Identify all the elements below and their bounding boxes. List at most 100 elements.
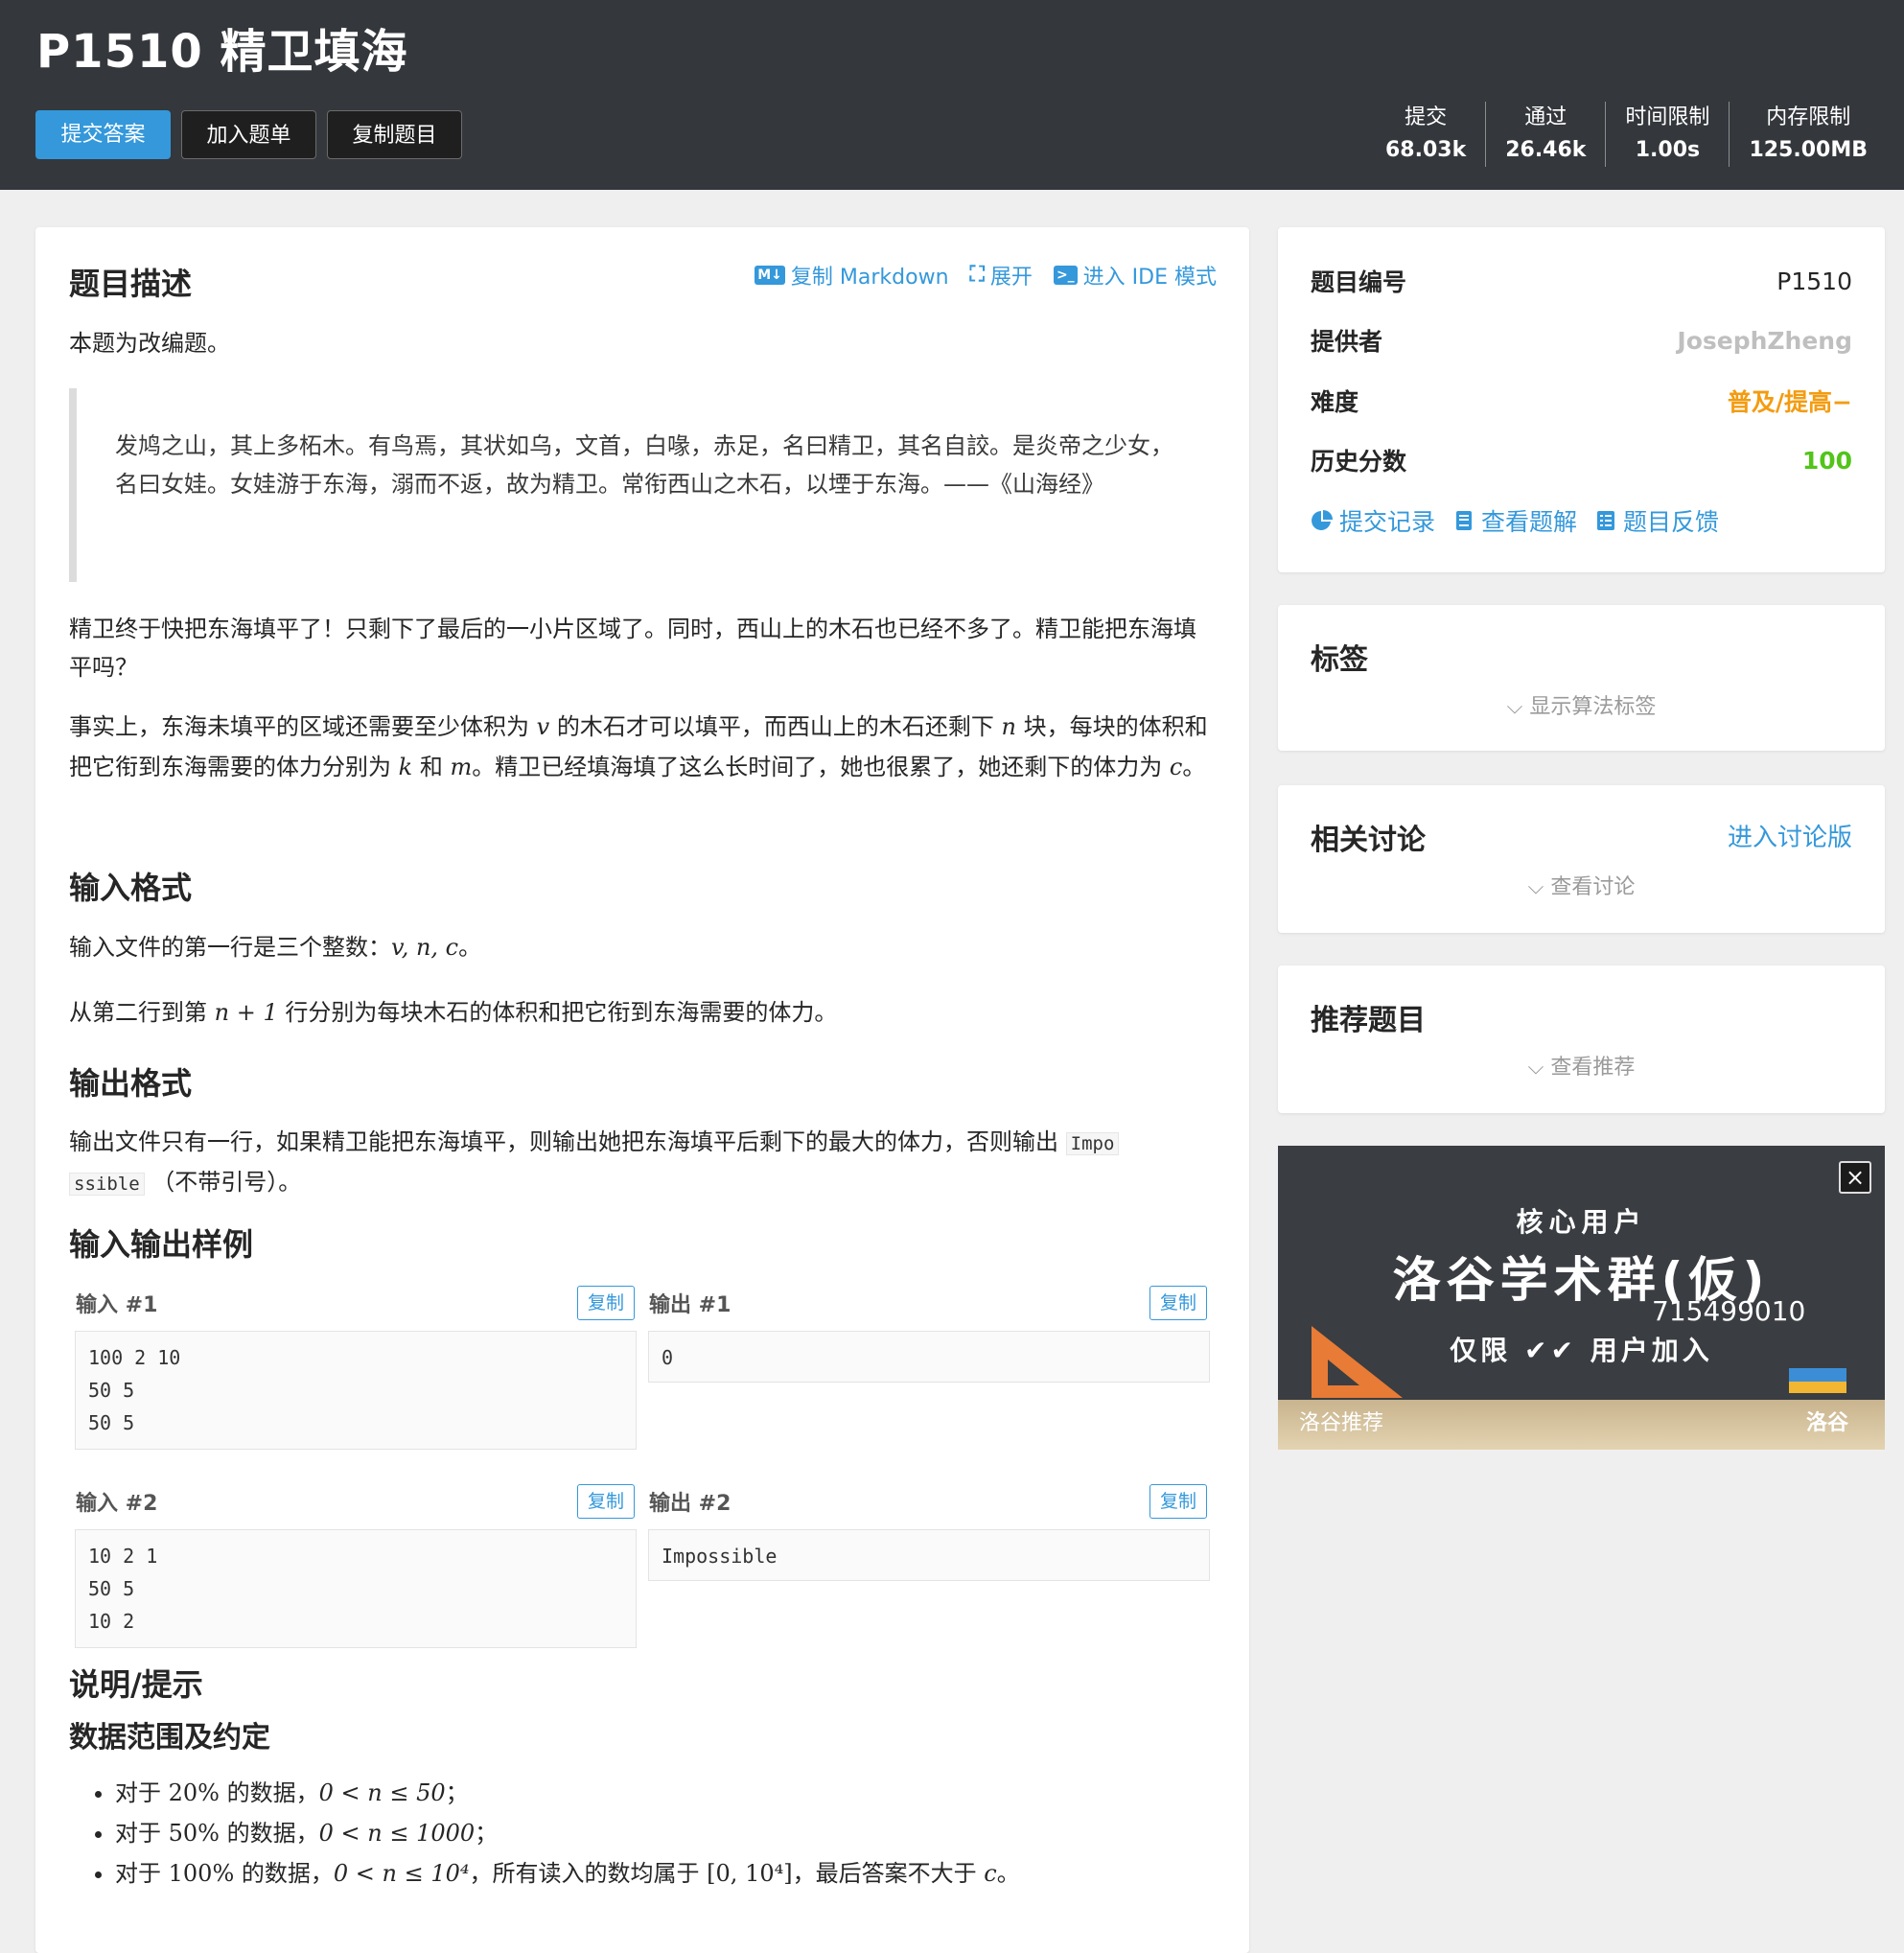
problem-feedback-link[interactable]: 题目反馈	[1594, 503, 1719, 538]
problem-stats: 提交 68.03k 通过 26.46k 时间限制 1.00s 内存限制 125.…	[1366, 102, 1887, 167]
math-var: n	[1001, 713, 1016, 740]
copy-sample-output-button[interactable]: 复制	[1149, 1484, 1207, 1519]
copy-markdown-label: 复制 Markdown	[790, 266, 949, 290]
add-to-list-button[interactable]: 加入题单	[181, 110, 316, 159]
input-format-line-2: 从第二行到第 n + 1 行分别为每块木石的体积和把它衔到东海需要的体力。	[69, 993, 1216, 1032]
quote-block: 发鸠之山，其上多柘木。有鸟焉，其状如乌，文首，白喙，赤足，名曰精卫，其名自詨。是…	[69, 388, 1216, 582]
link-label: 题目反馈	[1623, 508, 1720, 536]
stat-accepted: 通过 26.46k	[1485, 102, 1605, 167]
list-item: 对于 50% 的数据，0 < n ≤ 1000；	[115, 1813, 1262, 1853]
math-expr: 100%	[168, 1860, 235, 1887]
text-span: 从第二行到第	[69, 999, 215, 1026]
info-row-difficulty: 难度 普及/提高−	[1311, 382, 1852, 420]
view-discussion-toggle[interactable]: ⌵ 查看讨论	[1278, 870, 1885, 900]
stat-time-limit: 时间限制 1.00s	[1605, 102, 1729, 167]
ad-banner[interactable]: 核心用户 洛谷学术群(仮) 715499010 仅限 ✔✔ 用户加入 洛谷推荐 …	[1278, 1146, 1885, 1450]
provider-link[interactable]: JosephZheng	[1677, 327, 1852, 355]
text-span: 。	[458, 934, 482, 961]
toggle-label: 显示算法标签	[1529, 695, 1657, 719]
text-span: 。精卫已经填海填了这么长时间了，她也很累了，她还剩下的体力为	[472, 754, 1170, 780]
info-key: 提供者	[1311, 328, 1383, 356]
ide-mode-link[interactable]: >_ 进入 IDE 模式	[1053, 260, 1217, 291]
stat-label: 时间限制	[1625, 105, 1710, 129]
enter-discussion-link[interactable]: 进入讨论版	[1728, 818, 1852, 853]
constraints-list: 对于 20% 的数据，0 < n ≤ 50； 对于 50% 的数据，0 < n …	[69, 1773, 1262, 1894]
data-range-heading: 数据范围及约定	[69, 1721, 270, 1755]
info-row-provider: 提供者 JosephZheng	[1311, 321, 1852, 360]
text-span: 的数据，	[219, 1820, 319, 1847]
math-expr: [0, 10⁴]	[707, 1860, 793, 1887]
sample-output-box[interactable]: Impossible	[648, 1529, 1210, 1581]
stat-label: 内存限制	[1766, 105, 1851, 129]
expand-label: 展开	[989, 266, 1033, 290]
ad-sub-text: 仅限 ✔✔ 用户加入	[1450, 1335, 1713, 1366]
content-toolbar: M↓ 复制 Markdown ⛶ 展开 >_ 进入 IDE 模式	[755, 260, 1217, 291]
intro-text: 本题为改编题。	[69, 330, 230, 357]
list-icon	[1597, 511, 1615, 530]
sample-input-box[interactable]: 100 2 10 50 5 50 5	[75, 1331, 637, 1450]
tags-heading: 标签	[1311, 643, 1368, 677]
expand-link[interactable]: ⛶ 展开	[970, 260, 1033, 291]
problem-title: P1510 精卫填海	[36, 25, 408, 79]
text-span: 对于	[115, 1779, 169, 1806]
eraser-icon	[1789, 1368, 1846, 1393]
chevron-down-icon: ⌵	[1527, 875, 1551, 899]
ad-top-text: 核心用户	[1516, 1206, 1647, 1238]
output-format-heading: 输出格式	[69, 1065, 193, 1102]
copy-problem-button[interactable]: 复制题目	[327, 110, 462, 159]
text-span: ，所有读入的数均属于	[469, 1860, 708, 1887]
stat-value: 1.00s	[1635, 138, 1701, 162]
expand-icon: ⛶	[969, 263, 985, 287]
copy-sample-output-button[interactable]: 复制	[1149, 1286, 1207, 1320]
text-span: 输出文件只有一行，如果精卫能把东海填平，则输出她把东海填平后剩下的最大的体力，否…	[69, 1128, 1066, 1155]
text-span: （不带引号）。	[144, 1169, 302, 1196]
paragraph-2: 事实上，东海未填平的区域还需要至少体积为 v 的木石才可以填平，而西山上的木石还…	[69, 707, 1216, 787]
ad-badge: 洛谷推荐	[1299, 1411, 1384, 1435]
submission-records-link[interactable]: 提交记录	[1311, 503, 1435, 538]
text-span: 的木石才可以填平，而西山上的木石还剩下	[549, 713, 1002, 740]
recommend-heading: 推荐题目	[1311, 1004, 1426, 1037]
stat-label: 提交	[1405, 105, 1448, 129]
sample-input-label: 输入 #2	[76, 1492, 158, 1516]
text-span: 事实上，东海未填平的区域还需要至少体积为	[69, 713, 537, 740]
math-expr: 50%	[168, 1820, 220, 1847]
math-var: c	[984, 1860, 997, 1887]
math-var: v	[536, 713, 550, 740]
sample-output-box[interactable]: 0	[648, 1331, 1210, 1383]
discussion-card: 相关讨论 进入讨论版 ⌵ 查看讨论	[1278, 785, 1885, 933]
text-span: 行分别为每块木石的体积和把它衔到东海需要的体力。	[277, 999, 838, 1026]
info-key: 难度	[1311, 388, 1359, 416]
math-expr: n + 1	[214, 999, 278, 1026]
text-span: 的数据，	[234, 1860, 334, 1887]
problem-content-card: 题目描述 M↓ 复制 Markdown ⛶ 展开 >_ 进入 IDE 模式 本题…	[35, 227, 1249, 1953]
copy-sample-input-button[interactable]: 复制	[577, 1286, 635, 1320]
tags-card: 标签 ⌵ 显示算法标签	[1278, 605, 1885, 751]
math-var: c	[1169, 754, 1183, 780]
close-icon[interactable]: ×	[1839, 1161, 1871, 1194]
info-row-score: 历史分数 100	[1311, 441, 1852, 479]
copy-markdown-link[interactable]: M↓ 复制 Markdown	[755, 260, 949, 291]
stat-value: 26.46k	[1505, 138, 1587, 162]
show-tags-toggle[interactable]: ⌵ 显示算法标签	[1278, 689, 1885, 720]
problem-header: P1510 精卫填海 提交答案 加入题单 复制题目 提交 68.03k 通过 2…	[0, 0, 1904, 190]
math-expr: 0 < n ≤ 10⁴	[333, 1860, 470, 1887]
ad-brand: 洛谷	[1805, 1411, 1848, 1435]
sample-input-box[interactable]: 10 2 1 50 5 10 2	[75, 1529, 637, 1648]
submit-answer-button[interactable]: 提交答案	[35, 110, 171, 159]
copy-sample-input-button[interactable]: 复制	[577, 1484, 635, 1519]
text-span: 。	[996, 1860, 1020, 1887]
input-format-heading: 输入格式	[69, 870, 193, 906]
info-key: 历史分数	[1311, 448, 1407, 476]
text-span: 。	[1182, 754, 1206, 780]
info-key: 题目编号	[1311, 268, 1407, 296]
view-solutions-link[interactable]: 查看题解	[1452, 503, 1577, 538]
sample-output-label: 输出 #1	[649, 1293, 731, 1317]
chevron-down-icon: ⌵	[1506, 695, 1530, 719]
paragraph-1: 精卫终于快把东海填平了！只剩下了最后的一小片区域了。同时，西山上的木石也已经不多…	[69, 616, 1196, 681]
stat-value: 125.00MB	[1749, 138, 1868, 162]
stat-memory-limit: 内存限制 125.00MB	[1729, 102, 1887, 167]
view-recommend-toggle[interactable]: ⌵ 查看推荐	[1278, 1050, 1885, 1081]
pie-chart-icon	[1312, 510, 1333, 530]
terminal-icon: >_	[1053, 266, 1078, 285]
markdown-icon: M↓	[755, 266, 785, 285]
